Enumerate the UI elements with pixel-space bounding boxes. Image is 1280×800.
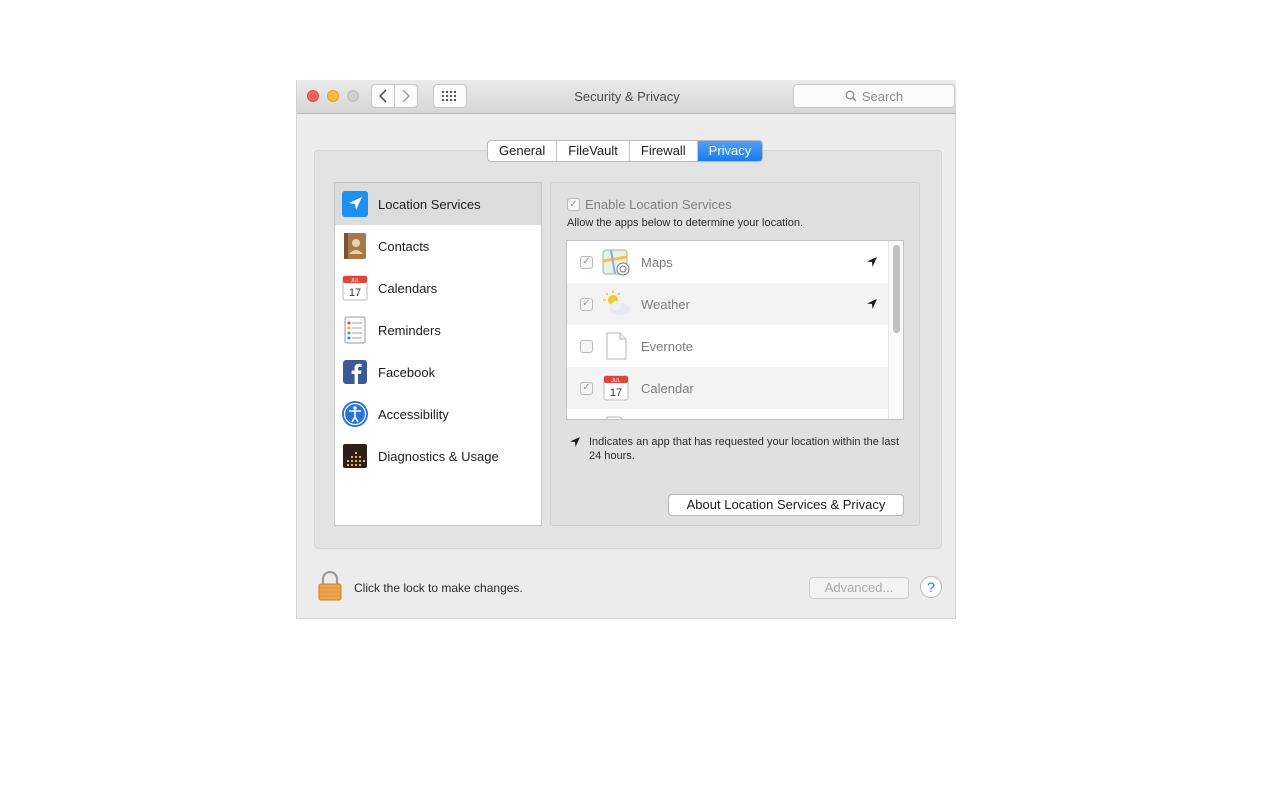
tab-filevault[interactable]: FileVault xyxy=(557,141,630,161)
calendar-icon: JUL 17 xyxy=(342,275,368,301)
contacts-book-icon xyxy=(344,233,366,259)
tab-privacy[interactable]: Privacy xyxy=(697,141,763,161)
advanced-button[interactable]: Advanced... xyxy=(809,577,909,599)
sidebar-item-label: Reminders xyxy=(378,322,441,338)
app-row-weather: ✓ Weather xyxy=(567,283,888,325)
privacy-category-list: Location Services Contacts JUL 17 Calend… xyxy=(334,182,542,526)
calendar-icon: JUL 17 xyxy=(603,375,629,401)
tab-firewall[interactable]: Firewall xyxy=(630,141,698,161)
sidebar-item-label: Calendars xyxy=(378,280,438,296)
search-icon xyxy=(845,90,857,102)
app-row-partial xyxy=(567,409,888,419)
sidebar-item-label: Contacts xyxy=(378,238,430,254)
app-checkbox-weather[interactable]: ✓ xyxy=(580,297,593,311)
document-icon xyxy=(606,416,623,419)
location-arrow-icon xyxy=(867,299,877,309)
scrollbar-thumb[interactable] xyxy=(893,245,900,333)
sidebar-item-contacts[interactable]: Contacts xyxy=(335,225,541,267)
app-list: ✓ Maps ✓ Weather Evernote ✓ JUL 17 Calen… xyxy=(566,240,904,420)
document-icon xyxy=(606,332,627,360)
sidebar-item-reminders[interactable]: Reminders xyxy=(335,309,541,351)
reminders-list-icon xyxy=(344,316,366,344)
sidebar-item-label: Facebook xyxy=(378,364,436,380)
location-arrow-icon xyxy=(867,257,877,267)
app-checkbox-evernote[interactable] xyxy=(580,339,593,353)
about-location-services-button[interactable]: About Location Services & Privacy xyxy=(668,494,904,516)
app-name: Weather xyxy=(641,296,690,312)
sidebar-item-diagnostics[interactable]: Diagnostics & Usage xyxy=(335,435,541,477)
sidebar-item-facebook[interactable]: Facebook xyxy=(335,351,541,393)
svg-text:JUL: JUL xyxy=(612,378,621,384)
preferences-window: Security & Privacy Search General FileVa… xyxy=(296,80,956,619)
app-name: Evernote xyxy=(641,338,694,354)
enable-location-services-checkbox[interactable]: ✓ xyxy=(567,198,580,211)
sidebar-item-accessibility[interactable]: Accessibility xyxy=(335,393,541,435)
svg-text:JUL: JUL xyxy=(351,278,360,284)
sidebar-item-location-services[interactable]: Location Services xyxy=(335,183,541,225)
maps-icon xyxy=(602,249,630,276)
sidebar-item-label: Diagnostics & Usage xyxy=(378,448,499,464)
legend-text: Indicates an app that has requested your… xyxy=(589,436,900,462)
app-checkbox-calendar[interactable]: ✓ xyxy=(580,381,593,395)
location-arrow-icon xyxy=(570,437,580,447)
sidebar-item-label: Accessibility xyxy=(378,406,449,422)
app-name: Calendar xyxy=(641,380,694,396)
app-row-calendar: ✓ JUL 17 Calendar xyxy=(567,367,888,409)
facebook-icon xyxy=(343,360,367,384)
app-row-evernote: Evernote xyxy=(567,325,888,367)
help-button[interactable]: ? xyxy=(920,576,942,598)
title-bar: Security & Privacy Search xyxy=(297,80,956,114)
enable-location-services-label: Enable Location Services xyxy=(585,197,732,212)
enable-location-services-row: ✓ Enable Location Services xyxy=(567,197,732,212)
sidebar-item-calendars[interactable]: JUL 17 Calendars xyxy=(335,267,541,309)
app-name: Maps xyxy=(641,254,673,270)
svg-text:17: 17 xyxy=(349,287,361,299)
location-arrow-icon xyxy=(342,191,368,217)
app-list-scrollbar[interactable] xyxy=(888,241,903,419)
sidebar-item-label: Location Services xyxy=(378,196,481,212)
allow-apps-description: Allow the apps below to determine your l… xyxy=(567,217,804,229)
diagnostics-icon xyxy=(343,444,367,468)
tab-general[interactable]: General xyxy=(488,141,558,161)
lock-icon[interactable] xyxy=(317,571,343,601)
weather-icon xyxy=(603,290,630,315)
lock-message: Click the lock to make changes. xyxy=(354,581,523,595)
app-row-maps: ✓ Maps xyxy=(567,241,888,283)
app-checkbox-maps[interactable]: ✓ xyxy=(580,255,593,269)
tab-bar: General FileVault Firewall Privacy xyxy=(487,140,764,162)
location-legend: Indicates an app that has requested your… xyxy=(569,435,909,463)
svg-text:17: 17 xyxy=(610,387,622,399)
search-placeholder: Search xyxy=(861,88,904,104)
location-services-pane: ✓ Enable Location Services Allow the app… xyxy=(550,182,920,526)
accessibility-icon xyxy=(342,401,368,427)
search-field[interactable]: Search xyxy=(793,84,955,108)
